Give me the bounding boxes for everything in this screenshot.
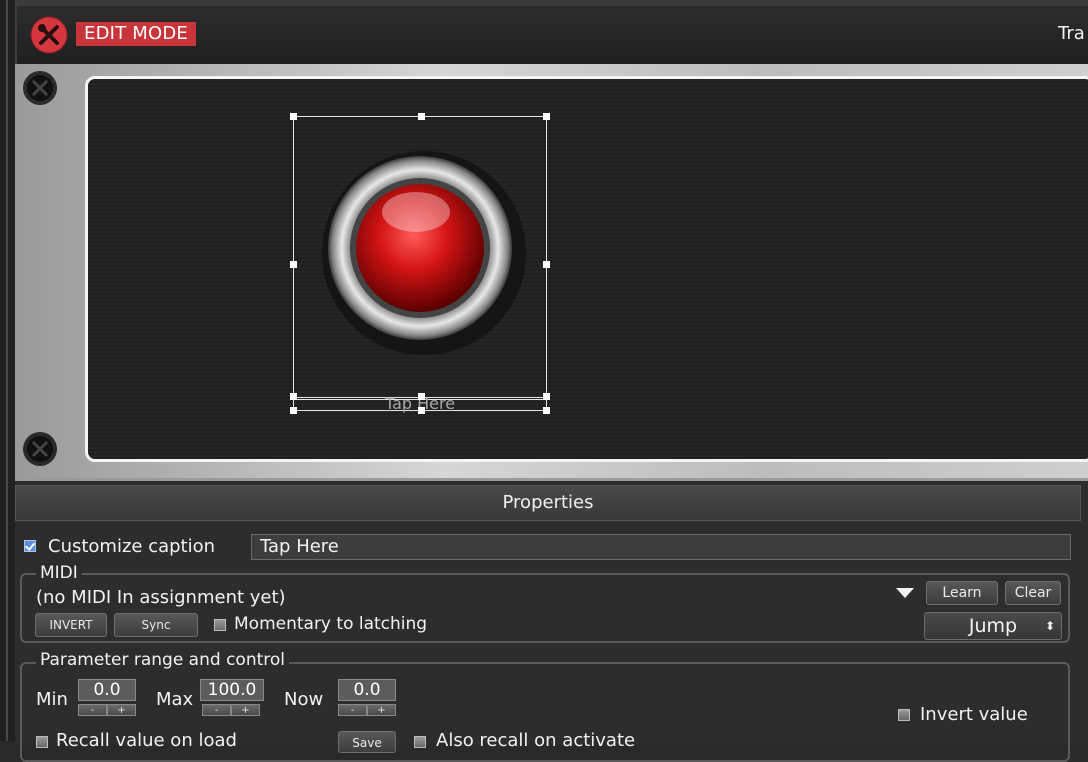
min-increment-button[interactable]: +	[107, 704, 136, 716]
save-button[interactable]: Save	[338, 731, 396, 753]
min-label: Min	[36, 689, 68, 710]
resize-handle[interactable]	[543, 393, 550, 400]
resize-handle[interactable]	[290, 261, 297, 268]
max-increment-button[interactable]: +	[231, 704, 260, 716]
resize-handle[interactable]	[543, 113, 550, 120]
learn-button[interactable]: Learn	[926, 581, 998, 605]
resize-handle[interactable]	[418, 393, 425, 400]
now-label: Now	[284, 689, 324, 710]
screw-icon	[23, 71, 57, 105]
invert-button[interactable]: INVERT	[35, 613, 107, 637]
dropdown-arrow-icon[interactable]	[896, 588, 914, 598]
parameter-group-title: Parameter range and control	[36, 650, 289, 670]
resize-handle[interactable]	[543, 261, 550, 268]
invert-value-checkbox[interactable]	[898, 709, 910, 721]
recall-value-checkbox[interactable]	[36, 736, 48, 748]
midi-mode-select[interactable]: Jump ⬍	[924, 612, 1062, 640]
customize-caption-checkbox[interactable]	[24, 540, 36, 552]
resize-handle[interactable]	[418, 407, 425, 414]
resize-handle[interactable]	[418, 113, 425, 120]
properties-title: Properties	[15, 485, 1081, 521]
now-decrement-button[interactable]: -	[338, 704, 367, 716]
customize-caption-label: Customize caption	[48, 536, 216, 557]
top-right-label: Tra	[1058, 23, 1085, 44]
midi-group-title: MIDI	[36, 563, 82, 583]
sync-button[interactable]: Sync	[114, 613, 198, 637]
resize-handle[interactable]	[290, 393, 297, 400]
min-decrement-button[interactable]: -	[78, 704, 107, 716]
max-value-field[interactable]: 100.0	[200, 679, 264, 701]
invert-value-label: Invert value	[920, 704, 1028, 725]
momentary-label: Momentary to latching	[234, 614, 428, 634]
resize-handle[interactable]	[290, 113, 297, 120]
min-value-field[interactable]: 0.0	[78, 679, 136, 701]
screw-icon	[23, 432, 57, 466]
midi-status: (no MIDI In assignment yet)	[36, 587, 286, 608]
edit-mode-badge[interactable]: EDIT MODE	[76, 22, 196, 46]
max-label: Max	[156, 689, 194, 710]
resize-handle[interactable]	[543, 407, 550, 414]
selection-frame[interactable]	[293, 116, 547, 400]
caption-input[interactable]: Tap Here	[251, 534, 1071, 560]
now-increment-button[interactable]: +	[367, 704, 396, 716]
edit-mode-close-icon[interactable]	[30, 16, 68, 54]
momentary-checkbox[interactable]	[214, 619, 226, 631]
select-arrows-icon: ⬍	[1044, 619, 1055, 633]
resize-handle[interactable]	[290, 407, 297, 414]
midi-mode-value: Jump	[968, 615, 1018, 637]
edit-canvas[interactable]	[85, 76, 1088, 462]
max-decrement-button[interactable]: -	[202, 704, 231, 716]
clear-button[interactable]: Clear	[1005, 581, 1061, 605]
now-value-field[interactable]: 0.0	[338, 679, 396, 701]
also-recall-checkbox[interactable]	[414, 736, 426, 748]
